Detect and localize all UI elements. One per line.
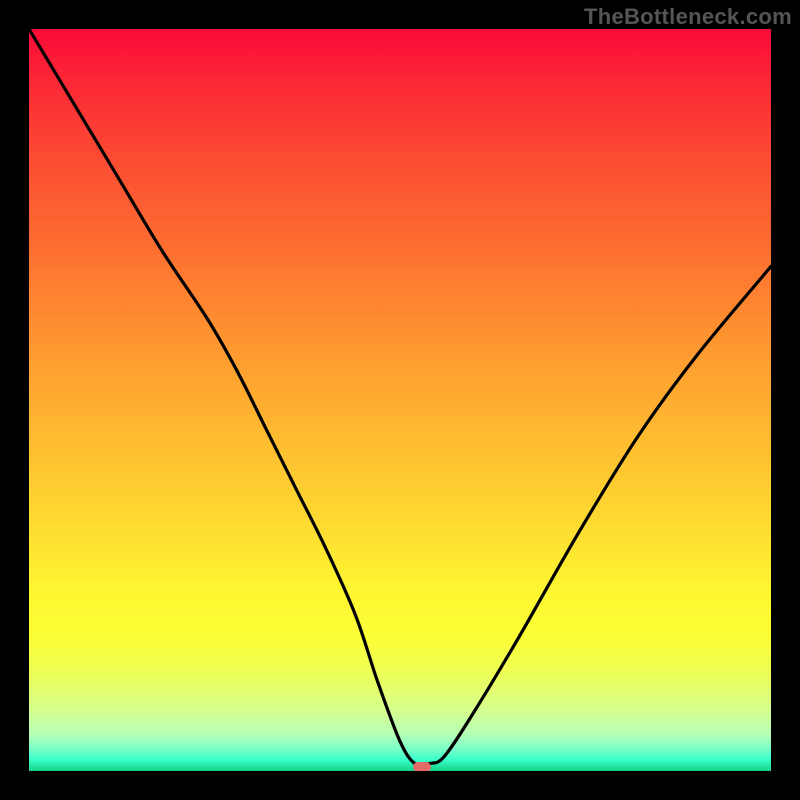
chart-frame: TheBottleneck.com (0, 0, 800, 800)
bottleneck-curve (29, 29, 771, 771)
plot-area (29, 29, 771, 771)
optimal-marker (413, 762, 431, 771)
watermark-text: TheBottleneck.com (584, 4, 792, 30)
